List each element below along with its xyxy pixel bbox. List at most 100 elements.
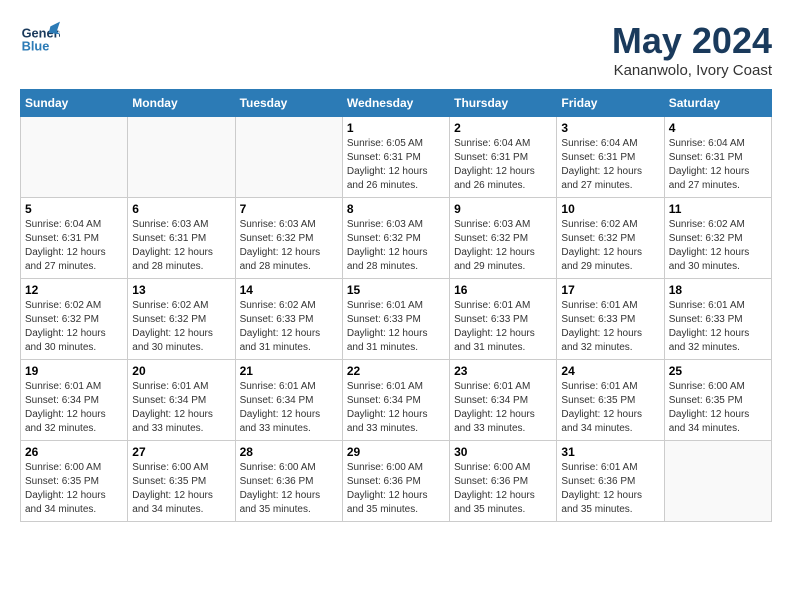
calendar-cell: 27Sunrise: 6:00 AM Sunset: 6:35 PM Dayli…	[128, 441, 235, 522]
calendar-cell: 25 Sunrise: 6:00 AM Sunset: 6:35 PM Dayli…	[664, 360, 771, 441]
day-info: Sunrise: 6:02 AM Sunset: 6:32 PM Dayligh…	[132, 299, 230, 355]
calendar-cell	[128, 117, 235, 198]
day-info: Sunrise: 6:01 AM Sunset: 6:34 PM Dayligh…	[347, 380, 445, 436]
logo-icon: General Blue	[20, 20, 60, 65]
calendar-cell: 18 Sunrise: 6:01 AM Sunset: 6:33 PM Dayli…	[664, 279, 771, 360]
day-number: 21	[240, 364, 338, 378]
day-info: Sunrise: 6:04 AM Sunset: 6:31 PM Dayligh…	[669, 137, 767, 193]
day-number: 8	[347, 202, 445, 216]
calendar-cell	[664, 441, 771, 522]
day-number: 28	[240, 445, 338, 459]
page-header: General Blue May 2024 Kananwolo, Ivory C…	[20, 20, 772, 79]
weekday-header-tuesday: Tuesday	[235, 90, 342, 117]
day-info: Sunrise: 6:00 AM Sunset: 6:35 PM Dayligh…	[25, 461, 123, 517]
calendar-cell: 24 Sunrise: 6:01 AM Sunset: 6:35 PM Dayli…	[557, 360, 664, 441]
day-number: 20	[132, 364, 230, 378]
day-number: 31	[561, 445, 659, 459]
calendar-cell: 10Sunrise: 6:02 AM Sunset: 6:32 PM Dayli…	[557, 198, 664, 279]
calendar-cell: 14 Sunrise: 6:02 AM Sunset: 6:33 PM Dayli…	[235, 279, 342, 360]
calendar-cell: 22 Sunrise: 6:01 AM Sunset: 6:34 PM Dayli…	[342, 360, 449, 441]
day-info: Sunrise: 6:04 AM Sunset: 6:31 PM Dayligh…	[561, 137, 659, 193]
calendar-cell: 1 Sunrise: 6:05 AM Sunset: 6:31 PM Daylig…	[342, 117, 449, 198]
weekday-header-row: SundayMondayTuesdayWednesdayThursdayFrid…	[21, 90, 772, 117]
day-info: Sunrise: 6:00 AM Sunset: 6:35 PM Dayligh…	[669, 380, 767, 436]
day-info: Sunrise: 6:01 AM Sunset: 6:33 PM Dayligh…	[454, 299, 552, 355]
day-number: 2	[454, 121, 552, 135]
day-info: Sunrise: 6:02 AM Sunset: 6:32 PM Dayligh…	[669, 218, 767, 274]
day-number: 23	[454, 364, 552, 378]
day-number: 18	[669, 283, 767, 297]
calendar-cell: 9Sunrise: 6:03 AM Sunset: 6:32 PM Daylig…	[450, 198, 557, 279]
day-number: 1	[347, 121, 445, 135]
day-info: Sunrise: 6:02 AM Sunset: 6:33 PM Dayligh…	[240, 299, 338, 355]
day-number: 7	[240, 202, 338, 216]
calendar-cell: 4 Sunrise: 6:04 AM Sunset: 6:31 PM Daylig…	[664, 117, 771, 198]
week-row-3: 12 Sunrise: 6:02 AM Sunset: 6:32 PM Dayli…	[21, 279, 772, 360]
day-number: 12	[25, 283, 123, 297]
calendar-cell	[21, 117, 128, 198]
day-info: Sunrise: 6:01 AM Sunset: 6:34 PM Dayligh…	[240, 380, 338, 436]
day-info: Sunrise: 6:01 AM Sunset: 6:33 PM Dayligh…	[669, 299, 767, 355]
day-number: 13	[132, 283, 230, 297]
day-info: Sunrise: 6:00 AM Sunset: 6:36 PM Dayligh…	[454, 461, 552, 517]
calendar-cell: 16 Sunrise: 6:01 AM Sunset: 6:33 PM Dayli…	[450, 279, 557, 360]
day-number: 6	[132, 202, 230, 216]
week-row-4: 19 Sunrise: 6:01 AM Sunset: 6:34 PM Dayli…	[21, 360, 772, 441]
calendar-cell: 12 Sunrise: 6:02 AM Sunset: 6:32 PM Dayli…	[21, 279, 128, 360]
day-number: 4	[669, 121, 767, 135]
location: Kananwolo, Ivory Coast	[612, 62, 772, 79]
day-info: Sunrise: 6:01 AM Sunset: 6:33 PM Dayligh…	[561, 299, 659, 355]
day-info: Sunrise: 6:01 AM Sunset: 6:34 PM Dayligh…	[25, 380, 123, 436]
day-info: Sunrise: 6:01 AM Sunset: 6:34 PM Dayligh…	[132, 380, 230, 436]
weekday-header-wednesday: Wednesday	[342, 90, 449, 117]
day-info: Sunrise: 6:01 AM Sunset: 6:34 PM Dayligh…	[454, 380, 552, 436]
day-number: 27	[132, 445, 230, 459]
calendar-cell: 28 Sunrise: 6:00 AM Sunset: 6:36 PM Dayli…	[235, 441, 342, 522]
calendar-cell: 31 Sunrise: 6:01 AM Sunset: 6:36 PM Dayli…	[557, 441, 664, 522]
calendar-cell: 17Sunrise: 6:01 AM Sunset: 6:33 PM Dayli…	[557, 279, 664, 360]
day-number: 10	[561, 202, 659, 216]
calendar-cell: 26 Sunrise: 6:00 AM Sunset: 6:35 PM Dayli…	[21, 441, 128, 522]
day-info: Sunrise: 6:01 AM Sunset: 6:36 PM Dayligh…	[561, 461, 659, 517]
day-number: 16	[454, 283, 552, 297]
calendar-cell: 19 Sunrise: 6:01 AM Sunset: 6:34 PM Dayli…	[21, 360, 128, 441]
day-number: 25	[669, 364, 767, 378]
calendar-cell: 30Sunrise: 6:00 AM Sunset: 6:36 PM Dayli…	[450, 441, 557, 522]
day-info: Sunrise: 6:01 AM Sunset: 6:35 PM Dayligh…	[561, 380, 659, 436]
calendar-cell: 23 Sunrise: 6:01 AM Sunset: 6:34 PM Dayli…	[450, 360, 557, 441]
day-info: Sunrise: 6:00 AM Sunset: 6:36 PM Dayligh…	[240, 461, 338, 517]
calendar-cell: 13 Sunrise: 6:02 AM Sunset: 6:32 PM Dayli…	[128, 279, 235, 360]
week-row-5: 26 Sunrise: 6:00 AM Sunset: 6:35 PM Dayli…	[21, 441, 772, 522]
day-number: 11	[669, 202, 767, 216]
calendar-table: SundayMondayTuesdayWednesdayThursdayFrid…	[20, 89, 772, 522]
calendar-cell: 7 Sunrise: 6:03 AM Sunset: 6:32 PM Daylig…	[235, 198, 342, 279]
day-number: 19	[25, 364, 123, 378]
calendar-cell: 8Sunrise: 6:03 AM Sunset: 6:32 PM Daylig…	[342, 198, 449, 279]
day-number: 14	[240, 283, 338, 297]
day-info: Sunrise: 6:03 AM Sunset: 6:31 PM Dayligh…	[132, 218, 230, 274]
day-info: Sunrise: 6:04 AM Sunset: 6:31 PM Dayligh…	[454, 137, 552, 193]
day-info: Sunrise: 6:05 AM Sunset: 6:31 PM Dayligh…	[347, 137, 445, 193]
day-number: 22	[347, 364, 445, 378]
day-number: 3	[561, 121, 659, 135]
logo: General Blue	[20, 20, 60, 65]
weekday-header-saturday: Saturday	[664, 90, 771, 117]
calendar-cell: 11 Sunrise: 6:02 AM Sunset: 6:32 PM Dayli…	[664, 198, 771, 279]
day-number: 24	[561, 364, 659, 378]
calendar-cell: 21 Sunrise: 6:01 AM Sunset: 6:34 PM Dayli…	[235, 360, 342, 441]
title-block: May 2024 Kananwolo, Ivory Coast	[612, 20, 772, 79]
week-row-2: 5 Sunrise: 6:04 AM Sunset: 6:31 PM Daylig…	[21, 198, 772, 279]
svg-text:Blue: Blue	[22, 38, 50, 53]
weekday-header-sunday: Sunday	[21, 90, 128, 117]
weekday-header-friday: Friday	[557, 90, 664, 117]
calendar-cell: 20 Sunrise: 6:01 AM Sunset: 6:34 PM Dayli…	[128, 360, 235, 441]
day-info: Sunrise: 6:02 AM Sunset: 6:32 PM Dayligh…	[25, 299, 123, 355]
day-number: 26	[25, 445, 123, 459]
day-info: Sunrise: 6:03 AM Sunset: 6:32 PM Dayligh…	[240, 218, 338, 274]
week-row-1: 1 Sunrise: 6:05 AM Sunset: 6:31 PM Daylig…	[21, 117, 772, 198]
day-number: 5	[25, 202, 123, 216]
day-number: 29	[347, 445, 445, 459]
calendar-cell: 2 Sunrise: 6:04 AM Sunset: 6:31 PM Daylig…	[450, 117, 557, 198]
day-info: Sunrise: 6:04 AM Sunset: 6:31 PM Dayligh…	[25, 218, 123, 274]
weekday-header-monday: Monday	[128, 90, 235, 117]
